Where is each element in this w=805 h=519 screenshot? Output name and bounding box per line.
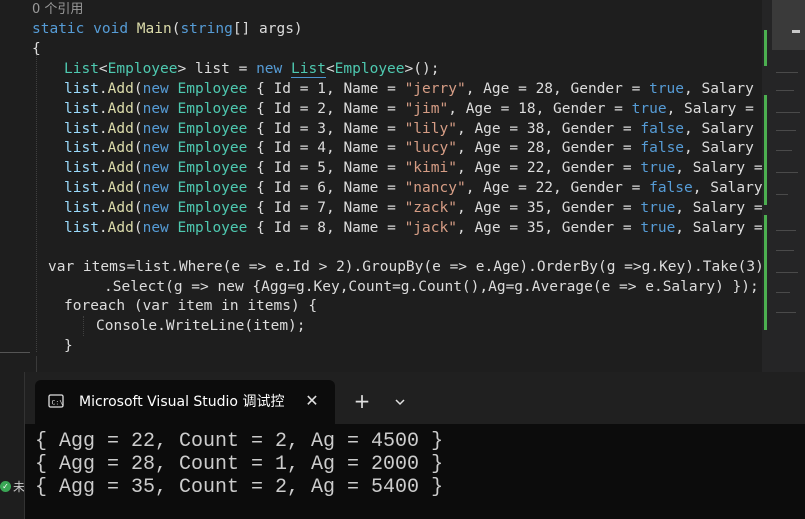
field-name: "jerry" <box>404 81 466 97</box>
add-tab-icon[interactable]: + <box>349 389 375 415</box>
scope-line <box>0 352 30 353</box>
console-output-line: { Agg = 22, Count = 2, Ag = 4500 } <box>35 430 444 453</box>
type-name: Employee <box>107 61 178 77</box>
console-output-line: { Agg = 28, Count = 1, Ag = 2000 } <box>35 453 444 476</box>
keyword: new <box>256 61 283 77</box>
type-name: List <box>64 61 99 77</box>
field-id: 3 <box>317 120 326 137</box>
field-age: 18 <box>518 100 536 117</box>
field-age: 28 <box>535 81 554 97</box>
chevron-down-icon[interactable] <box>387 389 413 415</box>
minimap-line <box>776 230 796 231</box>
keyword: string <box>180 21 233 37</box>
minimap-viewport[interactable] <box>772 0 805 50</box>
open-brace: { <box>32 41 41 57</box>
field-gender: true <box>640 219 676 236</box>
indent-guide <box>36 356 37 372</box>
method-name: Main <box>136 21 172 37</box>
type-name: Employee <box>334 61 405 77</box>
list-add-line: list.Add(new Employee { Id = 8, Name = "… <box>64 219 762 236</box>
minimap-line <box>776 272 798 273</box>
field-gender: false <box>640 140 685 157</box>
check-circle-icon[interactable]: ✓ <box>0 481 11 492</box>
minimap-line <box>776 250 794 251</box>
debug-console-window[interactable]: C:\ Microsoft Visual Studio 调试控制台 ✕ + { … <box>24 372 805 519</box>
minimap-line <box>776 130 796 131</box>
minimap-line <box>776 172 798 173</box>
field-age: 22 <box>526 160 545 177</box>
foreach-line: foreach (var item in items) { <box>64 298 318 314</box>
change-indicator <box>764 215 767 330</box>
code-fragment: >(); <box>404 61 440 77</box>
indent-guide <box>36 52 37 352</box>
minimap-line <box>776 90 794 91</box>
field-id: 4 <box>317 140 326 157</box>
type-name: List <box>291 61 326 78</box>
field-name: "zack" <box>404 199 457 216</box>
field-name: "jack" <box>404 219 457 236</box>
code-fragment: > list = <box>177 61 257 77</box>
close-brace: } <box>64 338 73 354</box>
select-line: .Select(g => new {Agg=g.Key,Count=g.Coun… <box>104 279 759 295</box>
list-add-line: list.Add(new Employee { Id = 7, Name = "… <box>64 199 762 216</box>
field-id: 2 <box>317 100 326 117</box>
field-id: 8 <box>317 219 326 236</box>
minimap-line <box>776 292 790 293</box>
field-name: "jim" <box>404 100 449 117</box>
field-gender: true <box>631 100 667 117</box>
method-signature: static void Main(string[] args) <box>32 21 303 37</box>
minimap-line <box>776 72 798 73</box>
field-age: 35 <box>526 199 545 216</box>
minimap-marker <box>792 30 800 33</box>
field-age: 28 <box>526 140 545 157</box>
field-age: 35 <box>526 219 545 236</box>
field-gender: false <box>649 180 693 196</box>
minimap-line <box>776 112 800 113</box>
field-age: 22 <box>535 180 554 196</box>
list-add-line: list.Add(new Employee { Id = 2, Name = "… <box>64 100 762 117</box>
list-add-line: list.Add(new Employee { Id = 6, Name = "… <box>64 180 762 196</box>
minimap-line <box>776 312 796 313</box>
list-add-line: list.Add(new Employee { Id = 5, Name = "… <box>64 160 762 177</box>
field-name: "kimi" <box>404 160 457 177</box>
console-output-line: { Agg = 35, Count = 2, Ag = 5400 } <box>35 476 444 499</box>
minimap-line <box>776 194 788 195</box>
console-tab-bar: C:\ Microsoft Visual Studio 调试控制台 ✕ + <box>25 372 805 424</box>
params: [] args) <box>232 21 303 37</box>
field-id: 5 <box>317 160 326 177</box>
field-id: 6 <box>317 180 326 196</box>
change-indicator <box>764 30 767 66</box>
code-editor[interactable]: 0 个引用 static void Main(string[] args) { … <box>0 0 762 372</box>
console-app-icon: C:\ <box>48 394 64 408</box>
query-line: var items=list.Where(e => e.Id > 2).Grou… <box>48 259 762 275</box>
field-age: 38 <box>526 120 545 137</box>
indent-guide <box>83 316 84 336</box>
list-add-line: list.Add(new Employee { Id = 4, Name = "… <box>64 140 754 157</box>
field-gender: true <box>640 199 676 216</box>
codelens-references[interactable]: 0 个引用 <box>32 0 83 20</box>
svg-text:C:\: C:\ <box>52 399 64 407</box>
status-strip: ✓ 未 <box>0 372 25 519</box>
field-gender: true <box>640 160 676 177</box>
console-tab-title: Microsoft Visual Studio 调试控制台 <box>79 394 284 410</box>
close-icon[interactable]: ✕ <box>301 390 323 412</box>
field-gender: true <box>649 81 685 97</box>
list-add-line: list.Add(new Employee { Id = 3, Name = "… <box>64 120 754 137</box>
field-name: "lily" <box>404 120 457 137</box>
field-name: "nancy" <box>404 180 466 196</box>
console-tab[interactable]: C:\ Microsoft Visual Studio 调试控制台 ✕ <box>35 380 335 424</box>
field-name: "lucy" <box>404 140 457 157</box>
list-add-line: list.Add(new Employee { Id = 1, Name = "… <box>64 81 754 97</box>
console-writeline: Console.WriteLine(item); <box>96 318 306 334</box>
keyword: static <box>32 21 85 37</box>
field-id: 7 <box>317 199 326 216</box>
list-declaration: List<Employee> list = new List<Employee>… <box>64 61 440 78</box>
field-gender: false <box>640 120 685 137</box>
change-indicator <box>764 95 767 205</box>
minimap-line <box>776 150 792 151</box>
field-id: 1 <box>317 81 326 97</box>
keyword: void <box>93 21 129 37</box>
